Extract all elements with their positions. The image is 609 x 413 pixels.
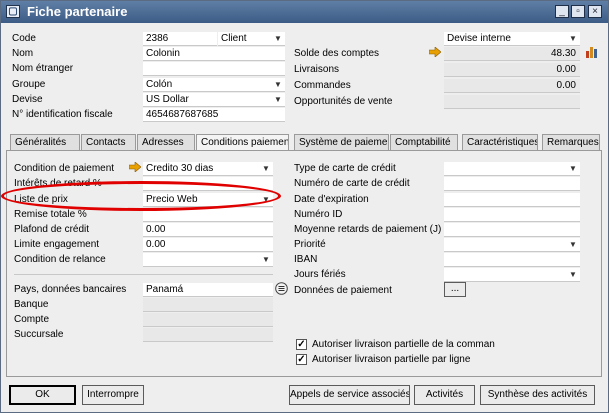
link-arrow-icon[interactable] bbox=[429, 47, 441, 57]
minimize-icon[interactable]: _ bbox=[555, 5, 569, 18]
devise-label: Devise bbox=[12, 94, 43, 105]
succursale-label: Succursale bbox=[14, 329, 64, 340]
nom-etranger-field[interactable] bbox=[143, 62, 285, 76]
donnees-paiement-button[interactable]: ... bbox=[444, 282, 466, 297]
devise-interne-dropdown-icon[interactable]: ▼ bbox=[567, 33, 579, 45]
numero-id-label: Numéro ID bbox=[294, 209, 343, 220]
section-divider bbox=[14, 274, 273, 275]
highlight-ellipse bbox=[1, 181, 281, 211]
link-arrow-icon[interactable] bbox=[129, 162, 141, 172]
appels-service-button[interactable]: Appels de service associés bbox=[289, 385, 410, 405]
date-expiration-field[interactable] bbox=[444, 193, 580, 207]
moyenne-retards-label: Moyenne retards de paiement (J) bbox=[294, 224, 442, 235]
priorite-dropdown-icon[interactable]: ▼ bbox=[567, 239, 579, 251]
compte-label: Compte bbox=[14, 314, 50, 325]
tab-comptabilite[interactable]: Comptabilité bbox=[390, 134, 458, 150]
jours-feries-select[interactable] bbox=[444, 268, 580, 282]
tab-remarques[interactable]: Remarques bbox=[542, 134, 600, 150]
condition-relance-select[interactable] bbox=[143, 253, 273, 267]
partial-delivery-order-checkbox[interactable]: ✓ bbox=[296, 339, 307, 350]
nom-label: Nom bbox=[12, 48, 34, 59]
numero-carte-field[interactable] bbox=[444, 177, 580, 191]
numero-id-field[interactable] bbox=[444, 208, 580, 222]
type-carte-dropdown-icon[interactable]: ▼ bbox=[567, 163, 579, 175]
banque-field bbox=[143, 298, 273, 312]
groupe-dropdown-icon[interactable]: ▼ bbox=[272, 79, 284, 91]
pays-bancaire-select[interactable]: Panamá bbox=[143, 283, 273, 297]
title-bar[interactable]: ▢ Fiche partenaire _ ▫ × bbox=[1, 1, 608, 23]
window-title: Fiche partenaire bbox=[27, 4, 128, 19]
solde-label: Solde des comptes bbox=[294, 48, 380, 59]
nif-field[interactable]: 4654687687685 bbox=[143, 108, 285, 122]
priorite-select[interactable] bbox=[444, 238, 580, 252]
donnees-paiement-label: Données de paiement bbox=[294, 285, 392, 296]
devise-dropdown-icon[interactable]: ▼ bbox=[272, 94, 284, 106]
list-details-icon[interactable] bbox=[275, 282, 288, 295]
succursale-field bbox=[143, 328, 273, 342]
tab-generalites[interactable]: Généralités bbox=[10, 134, 80, 150]
iban-label: IBAN bbox=[294, 254, 318, 265]
code-label: Code bbox=[12, 33, 36, 44]
iban-field[interactable] bbox=[444, 253, 580, 267]
nom-field[interactable]: Colonin bbox=[143, 47, 285, 61]
livraisons-label: Livraisons bbox=[294, 64, 340, 75]
plafond-credit-field[interactable]: 0.00 bbox=[143, 223, 273, 237]
synthese-activites-button[interactable]: Synthèse des activités bbox=[480, 385, 595, 405]
tab-conditions-paiement[interactable]: Conditions paiement bbox=[196, 134, 289, 151]
maximize-icon[interactable]: ▫ bbox=[571, 5, 585, 18]
opportunites-label: Opportunités de vente bbox=[294, 96, 393, 107]
nom-etranger-label: Nom étranger bbox=[12, 63, 74, 74]
tab-caracteristiques[interactable]: Caractéristiques bbox=[462, 134, 538, 150]
compte-field bbox=[143, 313, 273, 327]
numero-carte-label: Numéro de carte de crédit bbox=[294, 178, 410, 189]
partial-delivery-line-label: Autoriser livraison partielle par ligne bbox=[312, 354, 471, 365]
banque-label: Banque bbox=[14, 299, 49, 310]
condition-paiement-dropdown-icon[interactable]: ▼ bbox=[260, 163, 272, 175]
condition-paiement-select[interactable]: Credito 30 dias bbox=[143, 162, 273, 176]
priorite-label: Priorité bbox=[294, 239, 326, 250]
condition-relance-label: Condition de relance bbox=[14, 254, 106, 265]
window-app-icon: ▢ bbox=[6, 5, 20, 18]
activites-button[interactable]: Activités bbox=[414, 385, 475, 405]
partial-delivery-order-label: Autoriser livraison partielle de la comm… bbox=[312, 339, 495, 350]
tab-systeme-paiement[interactable]: Système de paiement bbox=[294, 134, 389, 150]
condition-paiement-label: Condition de paiement bbox=[14, 163, 115, 174]
partner-master-data-window: ▢ Fiche partenaire _ ▫ × Code 2386 Clien… bbox=[0, 0, 609, 413]
groupe-label: Groupe bbox=[12, 79, 46, 90]
livraisons-field: 0.00 bbox=[444, 63, 580, 77]
partner-type-dropdown-icon[interactable]: ▼ bbox=[272, 33, 284, 45]
commandes-label: Commandes bbox=[294, 80, 351, 91]
plafond-credit-label: Plafond de crédit bbox=[14, 224, 90, 235]
interrompre-button[interactable]: Interrompre bbox=[82, 385, 144, 405]
devise-select[interactable]: US Dollar bbox=[143, 93, 285, 107]
moyenne-retards-field[interactable] bbox=[444, 223, 580, 237]
tab-contacts[interactable]: Contacts bbox=[81, 134, 136, 150]
jours-feries-dropdown-icon[interactable]: ▼ bbox=[567, 269, 579, 281]
solde-field: 48.30 bbox=[444, 47, 580, 61]
remise-totale-label: Remise totale % bbox=[14, 209, 87, 220]
opportunites-field bbox=[444, 95, 580, 109]
jours-feries-label: Jours fériés bbox=[294, 269, 346, 280]
devise-interne-select[interactable]: Devise interne bbox=[444, 32, 580, 46]
limite-engagement-field[interactable]: 0.00 bbox=[143, 238, 273, 252]
ok-button[interactable]: OK bbox=[9, 385, 76, 405]
code-field[interactable]: 2386 bbox=[143, 32, 217, 46]
tab-adresses[interactable]: Adresses bbox=[137, 134, 195, 150]
limite-engagement-label: Limite engagement bbox=[14, 239, 100, 250]
pays-bancaire-label: Pays, données bancaires bbox=[14, 284, 127, 295]
date-expiration-label: Date d'expiration bbox=[294, 194, 369, 205]
partial-delivery-line-checkbox[interactable]: ✓ bbox=[296, 354, 307, 365]
condition-relance-dropdown-icon[interactable]: ▼ bbox=[260, 254, 272, 266]
type-carte-select[interactable] bbox=[444, 162, 580, 176]
groupe-select[interactable]: Colón bbox=[143, 78, 285, 92]
type-carte-label: Type de carte de crédit bbox=[294, 163, 396, 174]
close-icon[interactable]: × bbox=[588, 5, 602, 18]
nif-label: N° identification fiscale bbox=[12, 109, 113, 120]
commandes-field: 0.00 bbox=[444, 79, 580, 93]
bar-chart-icon[interactable] bbox=[585, 45, 599, 59]
